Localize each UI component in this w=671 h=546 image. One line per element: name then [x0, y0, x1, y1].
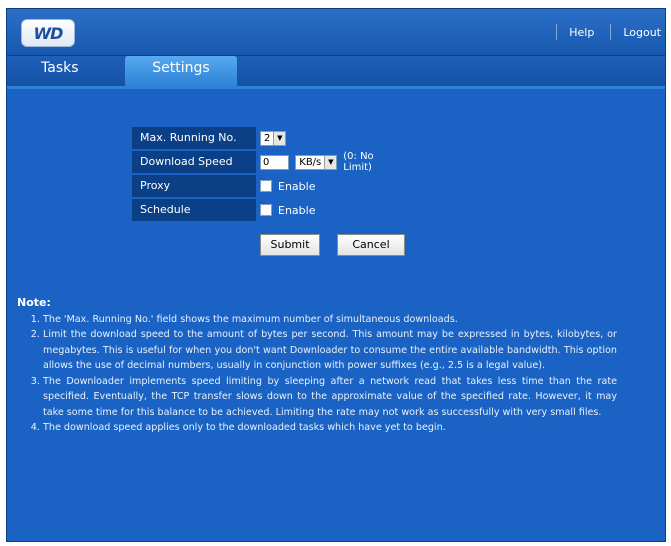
note-list: The 'Max. Running No.' field shows the m…: [17, 312, 617, 436]
proxy-checkbox[interactable]: [260, 180, 272, 192]
proxy-label: Proxy: [132, 175, 256, 197]
app-window: WD Help Logout Tasks Settings Max. Runni…: [6, 8, 666, 542]
tab-settings[interactable]: Settings: [125, 56, 237, 86]
speed-unit-select[interactable]: KB/s ▼: [295, 154, 338, 170]
divider: [556, 24, 558, 40]
schedule-checkbox[interactable]: [260, 204, 272, 216]
cancel-button[interactable]: Cancel: [337, 234, 405, 256]
note-item: The Downloader implements speed limiting…: [43, 374, 617, 421]
max-running-select[interactable]: 2 ▼: [260, 130, 287, 146]
tab-bar: Tasks Settings: [7, 56, 665, 86]
note-item: Limit the download speed to the amount o…: [43, 327, 617, 374]
chevron-down-icon: ▼: [273, 131, 286, 145]
download-speed-input[interactable]: 0: [260, 154, 290, 170]
tab-underline: [7, 86, 665, 89]
speed-unit-value: KB/s: [299, 156, 322, 168]
proxy-enable-label: Enable: [278, 179, 316, 193]
wd-logo: WD: [21, 19, 75, 47]
help-link[interactable]: Help: [569, 26, 594, 39]
logout-link[interactable]: Logout: [623, 26, 661, 39]
download-speed-label: Download Speed: [132, 151, 256, 173]
logo-text: WD: [33, 23, 64, 43]
note-section: Note: The 'Max. Running No.' field shows…: [17, 295, 617, 436]
header-links: Help Logout: [544, 23, 665, 41]
max-running-label: Max. Running No.: [132, 127, 256, 149]
schedule-enable-label: Enable: [278, 203, 316, 217]
chevron-down-icon: ▼: [324, 155, 337, 169]
submit-button[interactable]: Submit: [260, 234, 320, 256]
divider: [610, 24, 612, 40]
note-item: The 'Max. Running No.' field shows the m…: [43, 312, 617, 328]
note-title: Note:: [17, 296, 51, 309]
tab-tasks[interactable]: Tasks: [41, 56, 101, 86]
max-running-value: 2: [264, 132, 271, 144]
schedule-label: Schedule: [132, 199, 256, 221]
speed-hint: (0: No Limit): [343, 151, 374, 173]
note-item: The download speed applies only to the d…: [43, 420, 617, 436]
header-bar: WD Help Logout: [7, 9, 665, 56]
